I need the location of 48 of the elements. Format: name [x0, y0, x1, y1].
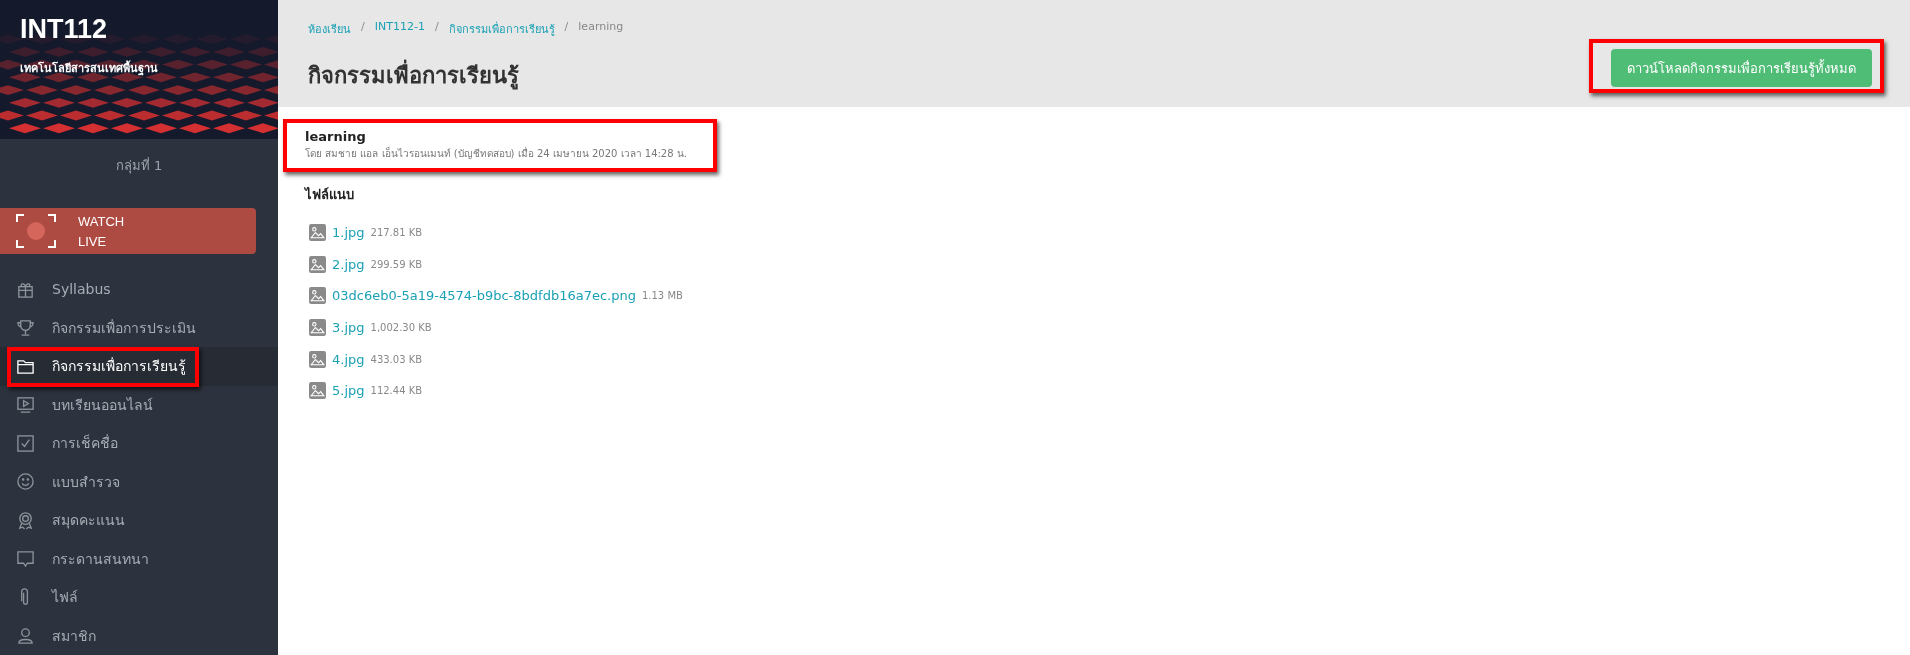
course-name: เทคโนโลยีสารสนเทศพื้นฐาน — [20, 59, 159, 77]
breadcrumb-separator: / — [361, 20, 365, 35]
record-icon — [16, 214, 56, 248]
breadcrumb-current: learning — [578, 20, 624, 35]
smile-icon — [16, 472, 35, 492]
post-title: learning — [305, 129, 367, 144]
image-file-icon — [309, 382, 326, 400]
chat-icon — [16, 549, 35, 569]
course-code: INT112 — [20, 14, 109, 45]
check-icon — [16, 433, 35, 453]
file-link[interactable]: 5.jpg — [332, 383, 365, 399]
file-link[interactable]: 03dc6eb0-5a19-4574-b9bc-8bdfdb16a7ec.png — [332, 288, 636, 304]
file-size: 1,002.30 KB — [370, 322, 432, 334]
group-label: กลุ่มที่ 1 — [114, 156, 164, 176]
image-file-icon — [309, 350, 326, 368]
file-size: 299.59 KB — [370, 258, 423, 270]
watch-live-button[interactable]: WATCH LIVE — [0, 208, 256, 254]
image-file-icon — [309, 255, 326, 273]
nav-item[interactable]: กิจกรรมเพื่อการเรียนรู้ — [0, 347, 278, 386]
file-size: 433.03 KB — [370, 353, 423, 365]
file-link[interactable]: 3.jpg — [332, 320, 365, 336]
award-icon — [16, 510, 35, 530]
nav-item[interactable]: กระดานสนทนา — [0, 539, 278, 578]
nav-item[interactable]: ไฟล์ — [0, 578, 278, 617]
user-icon — [16, 626, 35, 646]
image-file-icon — [309, 224, 326, 242]
nav-item[interactable]: แบบสำรวจ — [0, 462, 278, 501]
nav-item[interactable]: สมุดคะแนน — [0, 501, 278, 540]
nav-item[interactable]: กิจกรรมเพื่อการประเมิน — [0, 308, 278, 347]
breadcrumb-separator: / — [434, 20, 439, 35]
file-link[interactable]: 1.jpg — [332, 225, 365, 241]
image-file-icon — [309, 319, 326, 337]
file-size: 217.81 KB — [370, 227, 423, 239]
file-link[interactable]: 4.jpg — [332, 351, 365, 367]
video-icon — [16, 395, 35, 415]
file-size: 1.13 MB — [641, 290, 683, 302]
page-title: กิจกรรมเพื่อการเรียนรู้ — [308, 58, 624, 93]
nav-item[interactable]: Syllabus — [0, 270, 278, 309]
attachments-heading: ไฟล์แนบ — [305, 186, 355, 204]
nav-item[interactable]: การเช็คชื่อ — [0, 424, 278, 463]
nav-item[interactable]: บทเรียนออนไลน์ — [0, 385, 278, 424]
file-link[interactable]: 2.jpg — [332, 256, 365, 272]
breadcrumb-separator: / — [564, 20, 569, 35]
trophy-icon — [16, 318, 35, 338]
image-file-icon — [309, 287, 326, 305]
nav-item[interactable]: สมาชิก — [0, 616, 278, 655]
file-size: 112.44 KB — [370, 385, 423, 397]
post-meta: โดย สมชาย แอล เอ็นไวรอนเมนท์ (บัญชีทดสอบ) เมื่อ 24 เมษายน 2020 เวลา 14:28 น. — [305, 146, 687, 161]
